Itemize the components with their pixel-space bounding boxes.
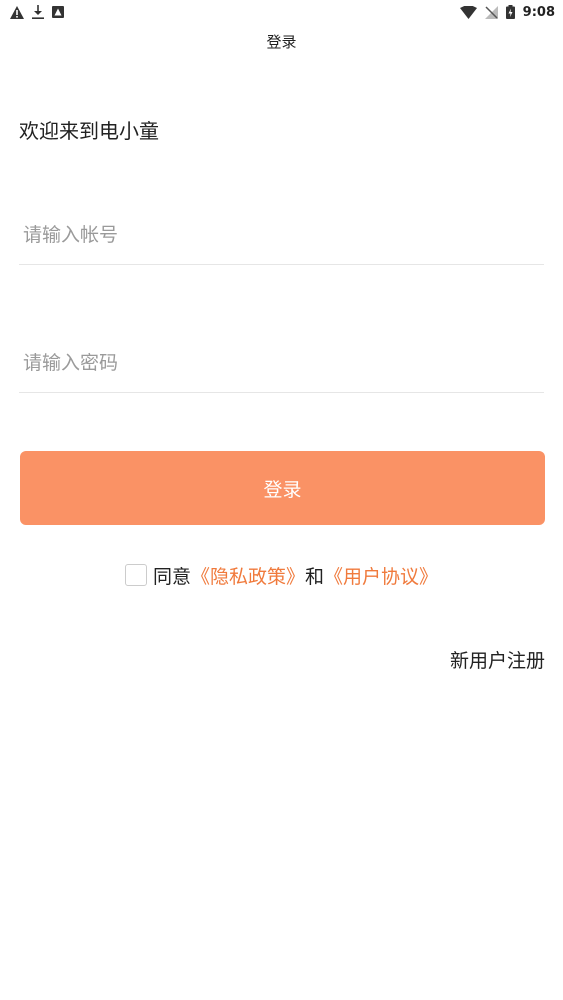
password-field (19, 333, 544, 393)
status-time: 9:08 (522, 4, 555, 20)
app-notification-icon (52, 6, 64, 18)
page-title: 登录 (266, 33, 297, 51)
account-field (19, 205, 544, 265)
download-icon (32, 5, 44, 19)
status-left (10, 5, 64, 19)
register-link[interactable]: 新用户注册 (450, 646, 545, 673)
agreement-row: 同意 《隐私政策》 和 《用户协议》 (0, 562, 563, 588)
welcome-text: 欢迎来到电小童 (19, 119, 159, 143)
agree-prefix: 同意 (152, 565, 191, 588)
login-button[interactable]: 登录 (20, 451, 545, 525)
status-right: 9:08 (459, 4, 555, 20)
warning-icon (10, 5, 24, 19)
wifi-icon (459, 5, 477, 19)
user-agreement-link[interactable]: 《用户协议》 (324, 562, 438, 589)
password-input[interactable] (19, 333, 544, 392)
no-sim-icon (484, 5, 498, 19)
status-bar: 9:08 (0, 0, 563, 24)
account-input[interactable] (19, 205, 544, 264)
battery-icon (505, 5, 515, 19)
privacy-policy-link[interactable]: 《隐私政策》 (191, 562, 305, 589)
agree-connector: 和 (305, 565, 325, 588)
agree-checkbox[interactable] (124, 564, 147, 586)
